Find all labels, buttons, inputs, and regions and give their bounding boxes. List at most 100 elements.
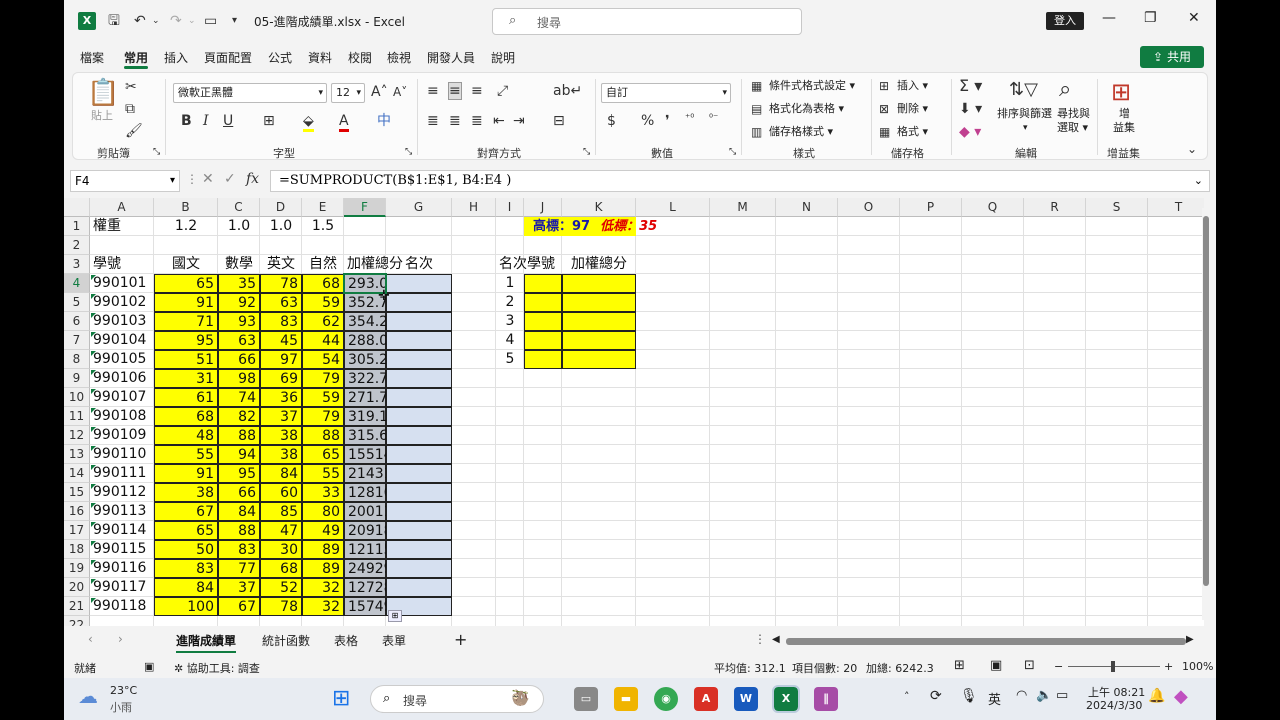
font-size-select[interactable]: 12 ▾ — [331, 83, 365, 103]
battery-icon[interactable]: ▭ — [1056, 688, 1068, 703]
weighted-total-cell[interactable]: 21431.0 — [344, 464, 406, 483]
sheet-tab-advanced-grades[interactable]: 進階成績單 — [176, 632, 237, 653]
score-cell[interactable]: 65 — [302, 445, 344, 464]
comma-style-icon[interactable]: ❜ — [665, 113, 670, 129]
score-cell[interactable]: 78 — [260, 597, 302, 616]
score-cell[interactable]: 36 — [260, 388, 302, 407]
search-input[interactable]: ⌕ 搜尋 — [492, 8, 802, 35]
row-header-3[interactable]: 3 — [64, 255, 90, 274]
phonetic-icon[interactable]: 中 — [377, 113, 391, 129]
tab-file[interactable]: 檔案 — [80, 49, 104, 66]
score-cell[interactable]: 94 — [218, 445, 260, 464]
student-id-cell[interactable]: 990118 — [90, 597, 154, 616]
delete-cells-icon[interactable]: ⊠ — [879, 101, 889, 117]
chrome-icon[interactable]: ◉ — [654, 687, 678, 711]
tab-review[interactable]: 校閱 — [348, 49, 372, 66]
weather-desc[interactable]: 小雨 — [110, 699, 132, 715]
format-cells-button[interactable]: 格式 ▾ — [897, 125, 928, 139]
rank-cell[interactable] — [386, 464, 452, 483]
score-cell[interactable]: 47 — [260, 521, 302, 540]
show-hidden-icons-icon[interactable]: ˄ — [904, 690, 910, 703]
more-sheets-icon[interactable]: ⋮ — [754, 632, 766, 646]
row-header-12[interactable]: 12 — [64, 426, 90, 445]
font-color-icon[interactable]: A — [339, 113, 349, 132]
cut-icon[interactable]: ✂ — [125, 79, 137, 95]
row-header-16[interactable]: 16 — [64, 502, 90, 521]
more-options-icon[interactable]: ⋮ — [186, 172, 198, 186]
weather-icon[interactable]: ☁ — [78, 684, 98, 708]
score-cell[interactable]: 84 — [260, 464, 302, 483]
rank-cell[interactable] — [386, 559, 452, 578]
form-icon[interactable]: ▭ — [204, 12, 217, 30]
score-cell[interactable]: 100 — [154, 597, 218, 616]
vertical-scrollbar[interactable] — [1202, 208, 1210, 620]
student-id-cell[interactable]: 990104 — [90, 331, 154, 350]
column-header-d[interactable]: D — [260, 198, 302, 217]
format-table-button[interactable]: 格式化為表格 ▾ — [769, 102, 844, 116]
horizontal-scrollbar[interactable] — [786, 638, 1186, 645]
customize-toolbar-icon[interactable]: ▾ — [232, 12, 237, 30]
fill-icon[interactable]: ⬇ ▾ — [959, 101, 982, 117]
score-cell[interactable]: 78 — [260, 274, 302, 293]
tab-help[interactable]: 說明 — [491, 49, 515, 66]
insert-function-icon[interactable]: fx — [246, 171, 259, 187]
score-cell[interactable]: 95 — [154, 331, 218, 350]
score-cell[interactable]: 68 — [154, 407, 218, 426]
score-cell[interactable]: 48 — [154, 426, 218, 445]
task-view-icon[interactable]: ▭ — [574, 687, 598, 711]
rank-student-id-cell[interactable] — [524, 331, 562, 350]
tab-home[interactable]: 常用 — [124, 49, 148, 66]
align-middle-icon[interactable]: ≡ — [448, 82, 462, 100]
orientation-icon[interactable]: ⤢ — [497, 83, 508, 99]
confirm-entry-icon[interactable]: ✓ — [224, 171, 236, 187]
rank-cell[interactable] — [386, 483, 452, 502]
worksheet-grid[interactable]: A B C D E F G H I J K L M N O P Q R S T 1 2 3 4 5 6 7 8 9 10 11 12 13 14 1… — [64, 198, 1204, 626]
collapse-ribbon-icon[interactable]: ⌄ — [1187, 141, 1197, 157]
column-header-o[interactable]: O — [838, 198, 900, 217]
number-launcher-icon[interactable]: ⤡ — [729, 145, 736, 159]
scroll-right-icon[interactable]: ▶ — [1186, 634, 1194, 645]
score-cell[interactable]: 67 — [218, 597, 260, 616]
score-cell[interactable]: 68 — [260, 559, 302, 578]
score-cell[interactable]: 83 — [260, 312, 302, 331]
row-header-17[interactable]: 17 — [64, 521, 90, 540]
align-center-icon[interactable]: ≣ — [449, 113, 461, 129]
rank-student-id-cell[interactable] — [524, 293, 562, 312]
row-header-1[interactable]: 1 — [64, 217, 90, 236]
score-cell[interactable]: 38 — [260, 426, 302, 445]
copilot-icon[interactable]: ◆ — [1174, 686, 1188, 707]
score-cell[interactable]: 54 — [302, 350, 344, 369]
weighted-total-cell[interactable]: 12816.0 — [344, 483, 406, 502]
score-cell[interactable]: 52 — [260, 578, 302, 597]
name-box[interactable]: F4 ▾ — [70, 170, 180, 192]
insert-cells-button[interactable]: 插入 ▾ — [897, 79, 928, 93]
increase-indent-icon[interactable]: ⇥ — [513, 113, 525, 129]
currency-icon[interactable]: $ — [607, 113, 616, 129]
decrease-decimal-icon[interactable]: ⁰⁻ — [709, 111, 718, 127]
header-cell-3[interactable]: 數學 — [218, 255, 260, 274]
column-header-h[interactable]: H — [452, 198, 496, 217]
zoom-level[interactable]: 100% — [1182, 660, 1213, 673]
score-cell[interactable]: 32 — [302, 597, 344, 616]
student-id-cell[interactable]: 990105 — [90, 350, 154, 369]
find-select-icon[interactable]: ⌕ — [1059, 77, 1071, 103]
app-icon[interactable]: ∥ — [814, 687, 838, 711]
page-layout-view-icon[interactable]: ▣ — [990, 658, 1002, 673]
cell-styles-icon[interactable]: ▥ — [751, 124, 762, 140]
score-cell[interactable]: 38 — [260, 445, 302, 464]
score-cell[interactable]: 49 — [302, 521, 344, 540]
add-ins-icon[interactable]: ⊞ — [1111, 79, 1131, 105]
tab-page-layout[interactable]: 頁面配置 — [204, 49, 252, 66]
share-button[interactable]: ⇪ 共用 — [1140, 46, 1204, 68]
clipboard-launcher-icon[interactable]: ⤡ — [153, 145, 160, 159]
format-cells-icon[interactable]: ▦ — [879, 124, 890, 140]
student-id-cell[interactable]: 990110 — [90, 445, 154, 464]
score-cell[interactable]: 63 — [218, 331, 260, 350]
redo-icon[interactable]: ↷ — [170, 12, 182, 30]
high-low-banner[interactable]: 高標：97 低標：35 — [524, 217, 657, 236]
score-cell[interactable]: 60 — [260, 483, 302, 502]
column-header-j[interactable]: J — [524, 198, 562, 217]
header-cell-1[interactable]: 學號 — [90, 255, 154, 274]
weighted-total-cell[interactable]: 319.1 — [344, 407, 388, 426]
notification-icon[interactable]: 🔔 — [1148, 688, 1165, 704]
